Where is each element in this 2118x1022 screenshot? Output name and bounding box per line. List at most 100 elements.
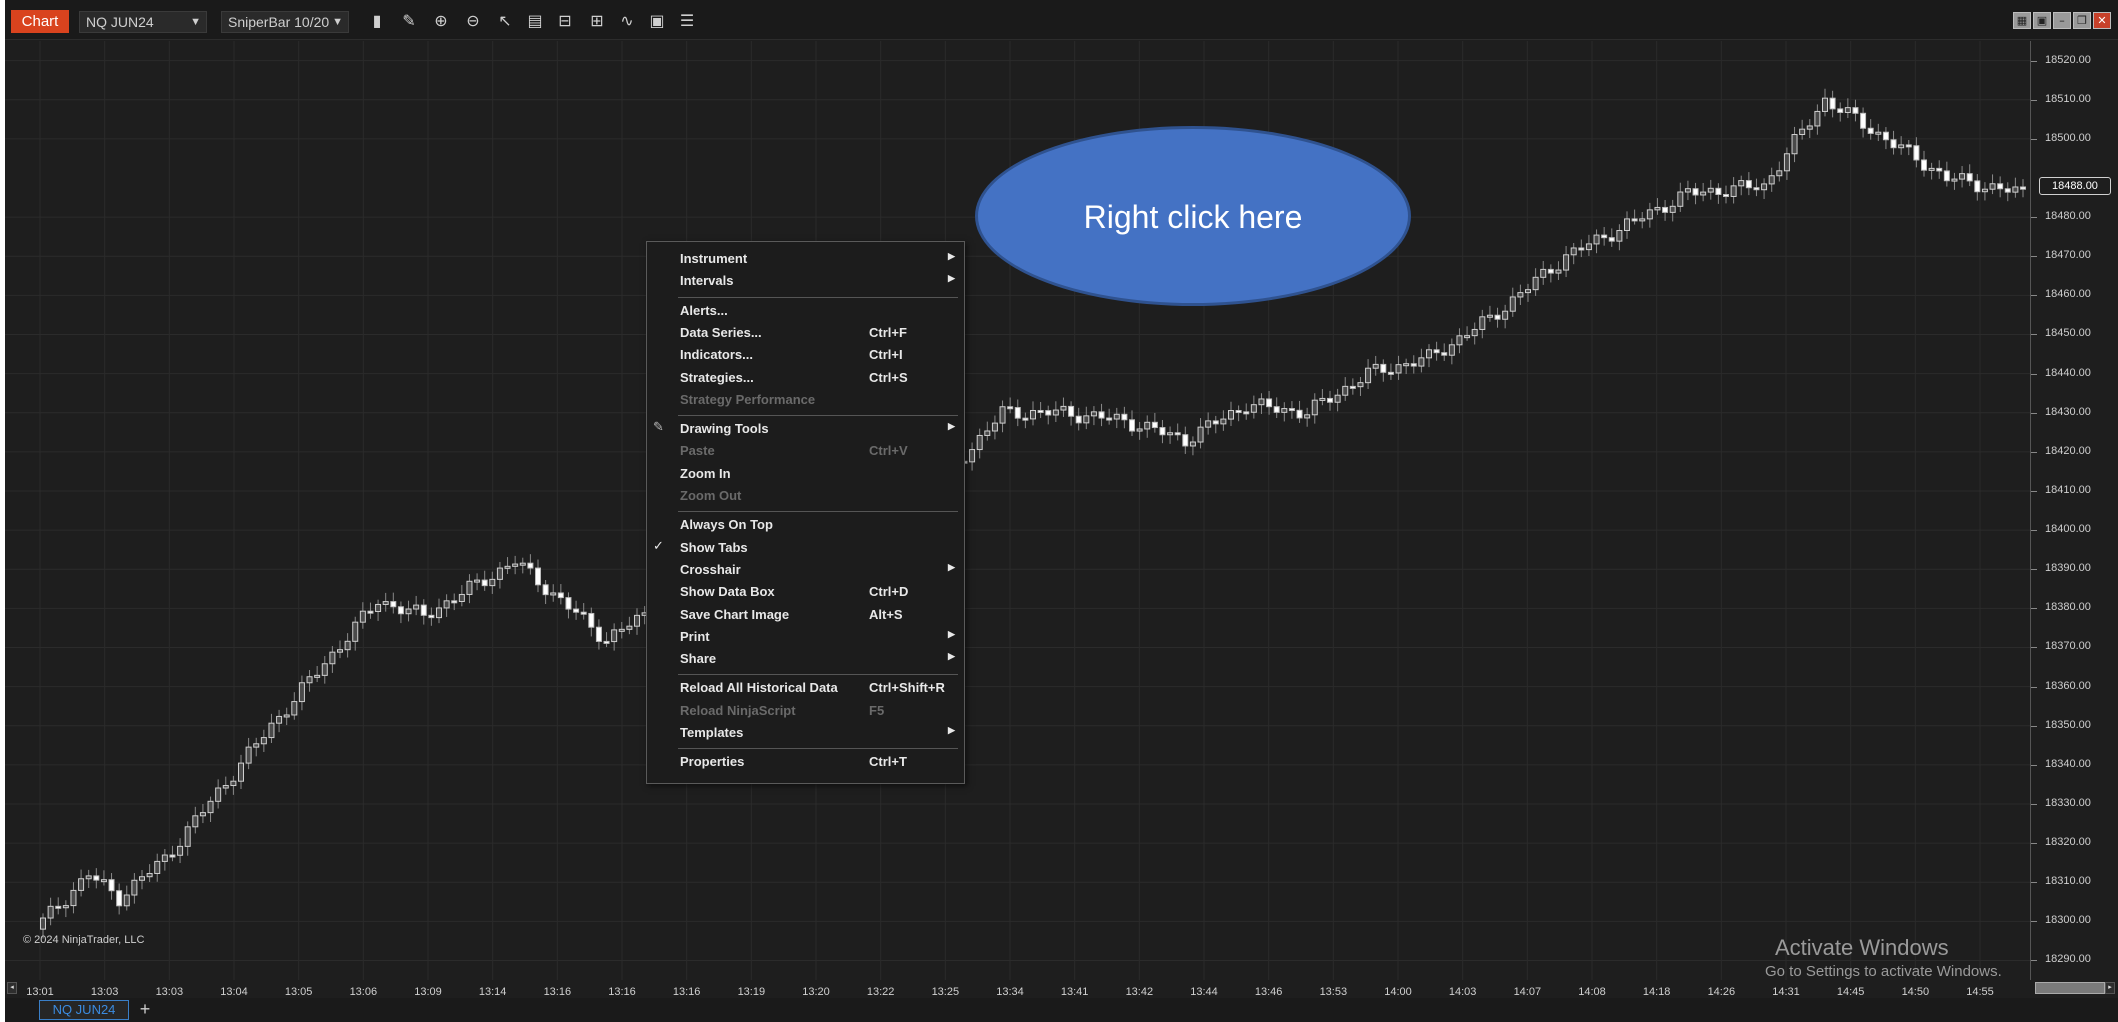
candle-body xyxy=(367,610,374,614)
candle-body xyxy=(222,785,229,789)
candle-body xyxy=(283,714,290,718)
candle-body xyxy=(1349,385,1356,389)
time-tick-label: 14:50 xyxy=(1901,986,1930,998)
candle-body xyxy=(1311,399,1318,416)
activate-windows-subtitle: Go to Settings to activate Windows. xyxy=(1765,963,2002,980)
scroll-right-icon[interactable]: ▸ xyxy=(2105,982,2115,994)
candle-body xyxy=(436,607,442,619)
menu-item-alerts[interactable]: Alerts... xyxy=(647,301,964,321)
candle-body xyxy=(2004,188,2011,193)
menu-item-drawing-tools[interactable]: ✎ Drawing Tools ▶ xyxy=(647,419,964,439)
candle-body xyxy=(1745,180,1752,189)
candle-body xyxy=(1723,194,1729,198)
properties-icon[interactable]: ▣ xyxy=(645,9,669,33)
menu-separator xyxy=(678,674,958,676)
candle-body xyxy=(47,905,54,919)
candle-body xyxy=(184,826,191,847)
minimize-icon[interactable]: – xyxy=(2053,12,2071,29)
chart-trader-icon[interactable]: ⊟ xyxy=(553,9,577,33)
candle-body xyxy=(1197,426,1204,443)
tab-nq-jun24[interactable]: NQ JUN24 xyxy=(39,1000,129,1020)
price-axis[interactable]: 18520.00 18510.00 18500.00 18480.00 18470.00… xyxy=(2030,41,2118,980)
menu-item-show-tabs[interactable]: ✓ Show Tabs xyxy=(647,538,964,558)
menu-item-data-series[interactable]: Data Series... Ctrl+F xyxy=(647,323,964,343)
menu-item-share[interactable]: Share ▶ xyxy=(647,649,964,669)
checkmark-icon: ✓ xyxy=(653,538,664,554)
time-tick-label: 13:01 xyxy=(26,986,54,998)
menu-item-label: Data Series... xyxy=(680,324,762,340)
list-icon[interactable]: ☰ xyxy=(675,9,699,33)
candle-body xyxy=(1189,441,1196,447)
menu-item-label: Templates xyxy=(680,725,744,740)
zoom-out-icon[interactable]: ⊖ xyxy=(461,9,485,33)
candle-body xyxy=(1235,410,1242,414)
price-tick-label: 18300.00 xyxy=(2031,914,2091,927)
candle-body xyxy=(603,640,610,644)
candle-body xyxy=(1083,415,1090,424)
menu-item-properties[interactable]: Properties Ctrl+T xyxy=(647,752,964,772)
menu-item-shortcut: Ctrl+S xyxy=(869,369,908,385)
candle-body xyxy=(1677,191,1684,207)
chart-toolbar: Chart NQ JUN24 ▼ SniperBar 10/20 ▼ ▮ ✎ ⊕… xyxy=(5,0,2118,40)
data-box-icon[interactable]: ▤ xyxy=(523,9,547,33)
menu-item-shortcut: Alt+S xyxy=(869,606,903,622)
candle-body xyxy=(1951,178,1958,182)
candle-body xyxy=(1578,247,1585,251)
candle-body xyxy=(1357,382,1364,388)
time-tick-label: 13:16 xyxy=(672,986,701,998)
menu-item-instrument[interactable]: Instrument ▶ xyxy=(647,249,964,269)
menu-item-strategies[interactable]: Strategies... Ctrl+S xyxy=(647,368,964,388)
candle-body xyxy=(1646,209,1653,220)
time-tick-label: 13:41 xyxy=(1060,986,1089,998)
time-tick-label: 13:34 xyxy=(996,986,1024,998)
menu-item-label: Reload All Historical Data xyxy=(680,680,838,696)
indicator-icon[interactable]: ∿ xyxy=(615,9,639,33)
time-tick-label: 14:55 xyxy=(1966,986,1994,998)
horizontal-scrollbar-thumb[interactable] xyxy=(2035,982,2105,994)
candle-body xyxy=(131,879,138,896)
add-tab-button[interactable]: + xyxy=(135,1000,155,1020)
menu-item-print[interactable]: Print ▶ xyxy=(647,627,964,647)
candle-body xyxy=(1753,187,1760,191)
candle-body xyxy=(1509,296,1516,312)
candle-body xyxy=(268,722,275,739)
restore-icon[interactable]: ▣ xyxy=(2033,12,2051,29)
pointer-icon[interactable]: ↖ xyxy=(493,9,517,33)
menu-item-reload-all-historical-data[interactable]: Reload All Historical Data Ctrl+Shift+R xyxy=(647,678,964,698)
bar-style-icon[interactable]: ▮ xyxy=(365,9,389,33)
candle-body xyxy=(390,601,397,608)
menu-item-save-chart-image[interactable]: Save Chart Image Alt+S xyxy=(647,605,964,625)
tile-icon[interactable]: ▦ xyxy=(2013,12,2031,29)
interval-selector[interactable]: SniperBar 10/20 ▼ xyxy=(221,11,349,33)
close-icon[interactable]: ✕ xyxy=(2093,12,2111,29)
candle-body xyxy=(1783,153,1790,172)
maximize-icon[interactable]: ❐ xyxy=(2073,12,2091,29)
time-tick-label: 14:08 xyxy=(1578,986,1606,998)
candle-body xyxy=(306,676,313,684)
price-tick-label: 18500.00 xyxy=(2031,131,2091,144)
candle-body xyxy=(1441,352,1448,356)
chart-window-label[interactable]: Chart xyxy=(11,10,69,33)
menu-item-intervals[interactable]: Intervals ▶ xyxy=(647,271,964,291)
candle-body xyxy=(1875,131,1882,135)
candle-body xyxy=(1768,175,1775,185)
pencil-icon[interactable]: ✎ xyxy=(397,9,421,33)
time-tick-label: 13:06 xyxy=(349,986,378,998)
scroll-left-icon[interactable]: ◂ xyxy=(7,982,17,994)
menu-item-always-on-top[interactable]: Always On Top xyxy=(647,515,964,535)
candle-body xyxy=(519,562,526,566)
menu-item-crosshair[interactable]: Crosshair ▶ xyxy=(647,560,964,580)
menu-item-show-data-box[interactable]: Show Data Box Ctrl+D xyxy=(647,582,964,602)
menu-separator xyxy=(678,296,958,298)
menu-item-zoom-in[interactable]: Zoom In xyxy=(647,464,964,484)
time-tick-label: 14:26 xyxy=(1707,986,1736,998)
candle-body xyxy=(1022,417,1029,421)
instrument-selector[interactable]: NQ JUN24 ▼ xyxy=(79,11,207,33)
menu-item-templates[interactable]: Templates ▶ xyxy=(647,723,964,743)
time-tick-label: 13:44 xyxy=(1190,986,1218,998)
menu-item-indicators[interactable]: Indicators... Ctrl+I xyxy=(647,345,964,365)
candle-body xyxy=(1563,254,1570,271)
strategy-icon[interactable]: ⊞ xyxy=(585,9,609,33)
candle-body xyxy=(1555,269,1562,274)
zoom-in-icon[interactable]: ⊕ xyxy=(429,9,453,33)
